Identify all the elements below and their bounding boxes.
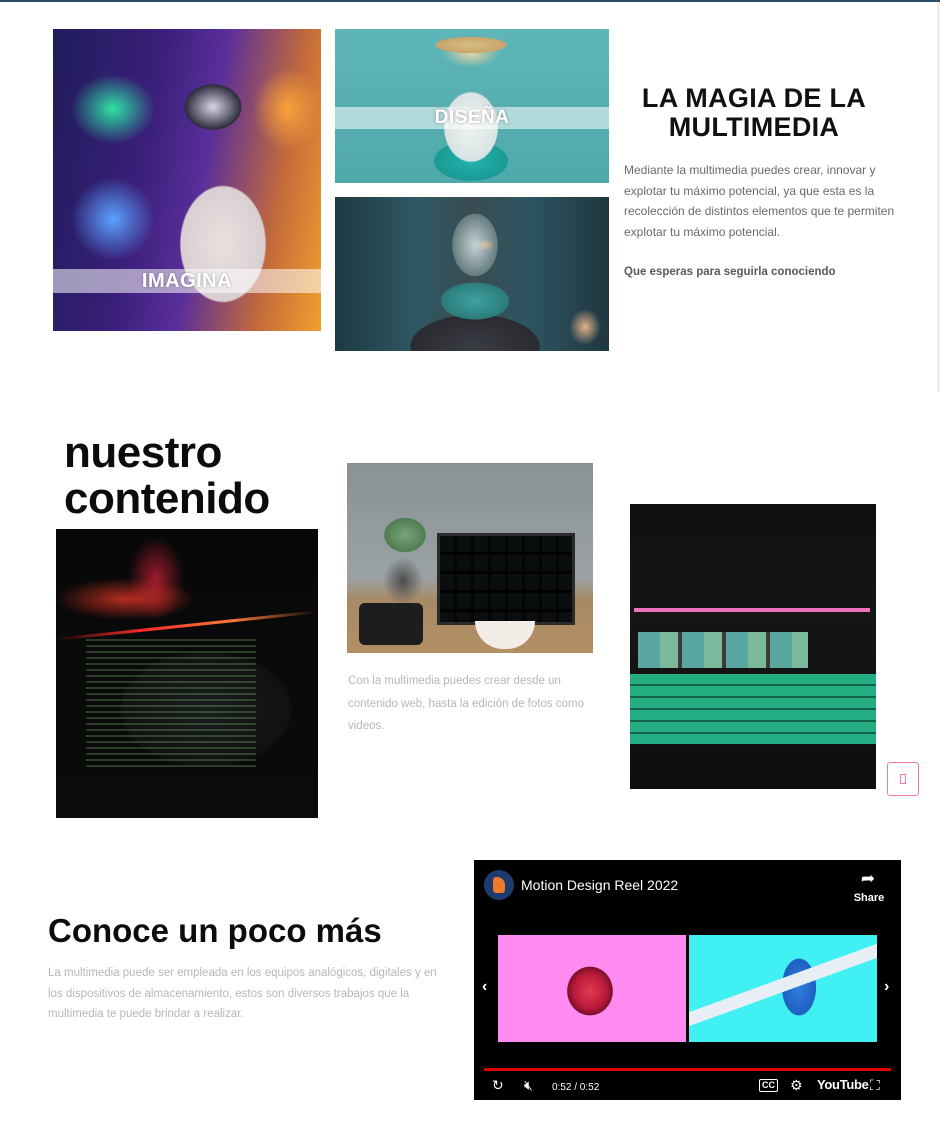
section-cta-magia: Que esperas para seguirla conociendo bbox=[624, 266, 836, 278]
camera-shape bbox=[359, 603, 423, 645]
goldfish-robot-image bbox=[335, 197, 609, 351]
imagina-image: IMAGINA bbox=[53, 29, 321, 331]
floating-action-button[interactable] bbox=[887, 762, 919, 796]
share-icon[interactable]: ➦ bbox=[857, 870, 879, 888]
laptop-screen bbox=[437, 533, 575, 625]
imagina-caption: IMAGINA bbox=[53, 269, 321, 293]
section-title-contenido: nuestro contenido bbox=[64, 428, 270, 523]
channel-avatar[interactable] bbox=[484, 870, 514, 900]
top-border bbox=[0, 0, 940, 2]
youtube-logo[interactable]: YouTube bbox=[817, 1076, 869, 1094]
fullscreen-icon[interactable]: ⛶ bbox=[870, 1076, 880, 1094]
youtube-video-player[interactable]: Motion Design Reel 2022 ➦ Share ‹ › ↻ 🔇︎… bbox=[474, 860, 901, 1100]
section-body-magia: Mediante la multimedia puedes crear, inn… bbox=[624, 163, 895, 239]
share-button-label[interactable]: Share bbox=[849, 892, 889, 904]
video-editor-image bbox=[630, 504, 876, 789]
neon-light-streak bbox=[56, 610, 318, 641]
section-title-magia: LA MAGIA DE LA MULTIMEDIA bbox=[641, 83, 867, 142]
video-thumbnail-2[interactable] bbox=[689, 935, 877, 1042]
section-title-conoce: Conoce un poco más bbox=[48, 912, 382, 949]
replay-icon[interactable]: ↻ bbox=[492, 1076, 504, 1094]
section-body-contenido: Con la multimedia puedes crear desde un … bbox=[348, 675, 584, 732]
photo-editing-laptop-image bbox=[347, 463, 593, 653]
video-time: 0:52 / 0:52 bbox=[552, 1082, 600, 1093]
gear-icon[interactable]: ⚙ bbox=[790, 1076, 803, 1094]
chevron-left-icon[interactable]: ‹ bbox=[482, 978, 487, 996]
chevron-right-icon[interactable]: › bbox=[884, 978, 889, 996]
mute-icon[interactable]: 🔇︎ bbox=[524, 1076, 533, 1094]
coffee-cup-shape bbox=[475, 621, 535, 649]
phone-icon bbox=[900, 774, 906, 784]
disena-caption: DISEÑA bbox=[335, 107, 609, 129]
video-progress-bar[interactable] bbox=[484, 1068, 891, 1071]
code-laptop-image bbox=[56, 529, 318, 818]
video-title[interactable]: Motion Design Reel 2022 bbox=[521, 877, 678, 893]
video-thumbnail-1[interactable] bbox=[498, 935, 686, 1042]
timeline-clips bbox=[638, 632, 808, 668]
cc-icon[interactable]: CC bbox=[759, 1079, 778, 1092]
disena-image: DISEÑA bbox=[335, 29, 609, 183]
section-body-conoce: La multimedia puede ser empleada en los … bbox=[48, 967, 437, 1021]
